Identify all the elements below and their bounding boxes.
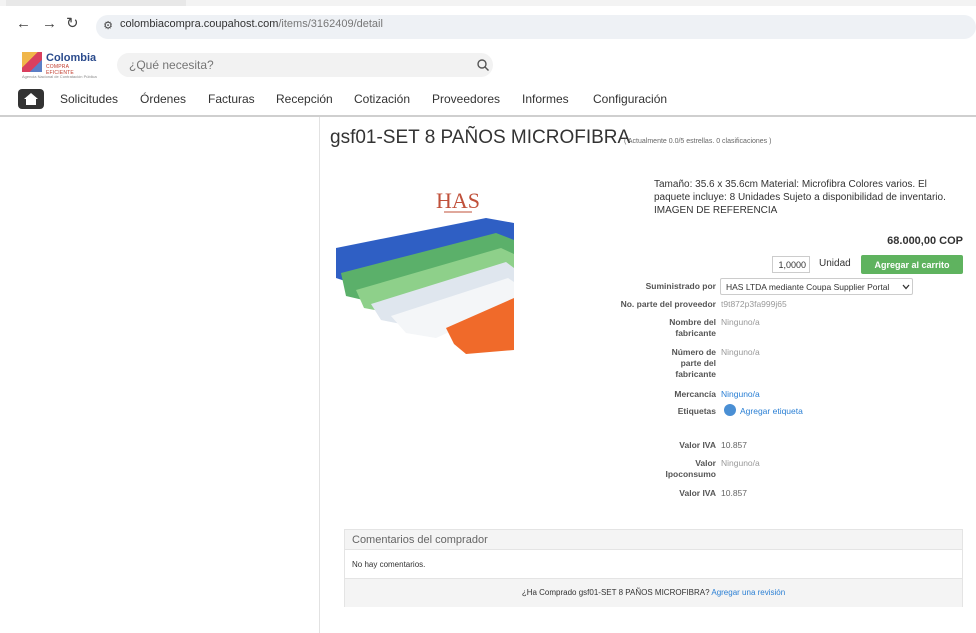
manufacturer-part-label: Número de parte del fabricante (671, 347, 716, 379)
vat-value: 10.857 (721, 440, 747, 450)
product-price: 68.000,00 COP (887, 235, 963, 247)
image-brand-text: HAS (436, 188, 480, 213)
commodity-link[interactable]: Ninguno/a (721, 389, 760, 400)
nav-configuracion[interactable]: Configuración (593, 92, 667, 106)
product-title: gsf01-SET 8 PAÑOS MICROFIBRA (330, 127, 631, 148)
url-text[interactable]: colombiacompra.coupahost.com/items/31624… (120, 18, 383, 30)
unit-label: Unidad (819, 258, 851, 269)
product-image: HAS (336, 188, 514, 354)
active-tab[interactable] (6, 0, 186, 6)
manufacturer-part-value: Ninguno/a (721, 347, 760, 357)
comments-title: Comentarios del comprador (352, 534, 488, 546)
home-button[interactable] (18, 89, 44, 109)
vat-label-2: Valor IVA (679, 488, 716, 498)
back-button[interactable]: ← (16, 16, 31, 32)
colombia-compra-logo[interactable]: Colombia COMPRA EFICIENTE Agencia Nacion… (22, 50, 98, 79)
logo-text: Colombia (46, 52, 97, 64)
url-path: /items/3162409/detail (278, 18, 383, 30)
rating-text: ( Actualmente 0.0/5 estrellas. 0 clasifi… (624, 138, 772, 145)
nav-facturas[interactable]: Facturas (208, 92, 255, 106)
add-review-link[interactable]: Agregar una revisión (711, 588, 785, 597)
sidebar-divider (319, 117, 320, 633)
tags-label: Etiquetas (677, 406, 716, 416)
nav-recepcion[interactable]: Recepción (276, 92, 333, 106)
part-number-label: No. parte del proveedor (620, 299, 716, 309)
add-tag-link[interactable]: Agregar etiqueta (740, 406, 803, 417)
nav-informes[interactable]: Informes (522, 92, 569, 106)
forward-button[interactable]: → (42, 16, 57, 32)
nav-proveedores[interactable]: Proveedores (432, 92, 500, 106)
logo-mark-icon (22, 52, 42, 72)
nav-cotizacion[interactable]: Cotización (354, 92, 410, 106)
manufacturer-name-value: Ninguno/a (721, 317, 760, 327)
no-comments-text: No hay comentarios. (352, 560, 426, 569)
reload-button[interactable]: ↻ (66, 16, 79, 32)
ipoconsumo-label: Valor Ipoconsumo (665, 458, 716, 479)
review-question: ¿Ha Comprado gsf01-SET 8 PAÑOS MICROFIBR… (521, 588, 710, 597)
home-icon (24, 93, 38, 105)
nav-ordenes[interactable]: Órdenes (140, 92, 186, 106)
review-prompt: ¿Ha Comprado gsf01-SET 8 PAÑOS MICROFIBR… (345, 588, 962, 597)
nav-divider (0, 115, 976, 117)
search-icon[interactable] (476, 58, 490, 72)
vat-label: Valor IVA (679, 440, 716, 450)
tag-icon[interactable] (724, 404, 736, 416)
quantity-input[interactable] (772, 256, 810, 273)
product-description: Tamaño: 35.6 x 35.6cm Material: Microfib… (654, 179, 946, 216)
part-number-value: t9t872p3fa999j65 (721, 299, 787, 309)
ipoconsumo-value: Ninguno/a (721, 458, 760, 468)
url-host: colombiacompra.coupahost.com (120, 18, 279, 30)
vat-value-2: 10.857 (721, 488, 747, 498)
chevron-down-icon (902, 284, 910, 290)
commodity-label: Mercancía (674, 389, 716, 399)
search-input[interactable] (129, 57, 429, 73)
add-to-cart-button[interactable]: Agregar al carrito (861, 255, 963, 274)
nav-solicitudes[interactable]: Solicitudes (60, 92, 118, 106)
logo-agency-text: Agencia Nacional de Contratación Pública (22, 74, 97, 79)
manufacturer-name-label: Nombre del fabricante (669, 317, 716, 338)
site-info-icon[interactable]: ⚙ (101, 19, 115, 33)
supplier-select[interactable]: HAS LTDA mediante Coupa Supplier Portal (720, 278, 913, 295)
supplied-by-label: Suministrado por (645, 281, 716, 291)
